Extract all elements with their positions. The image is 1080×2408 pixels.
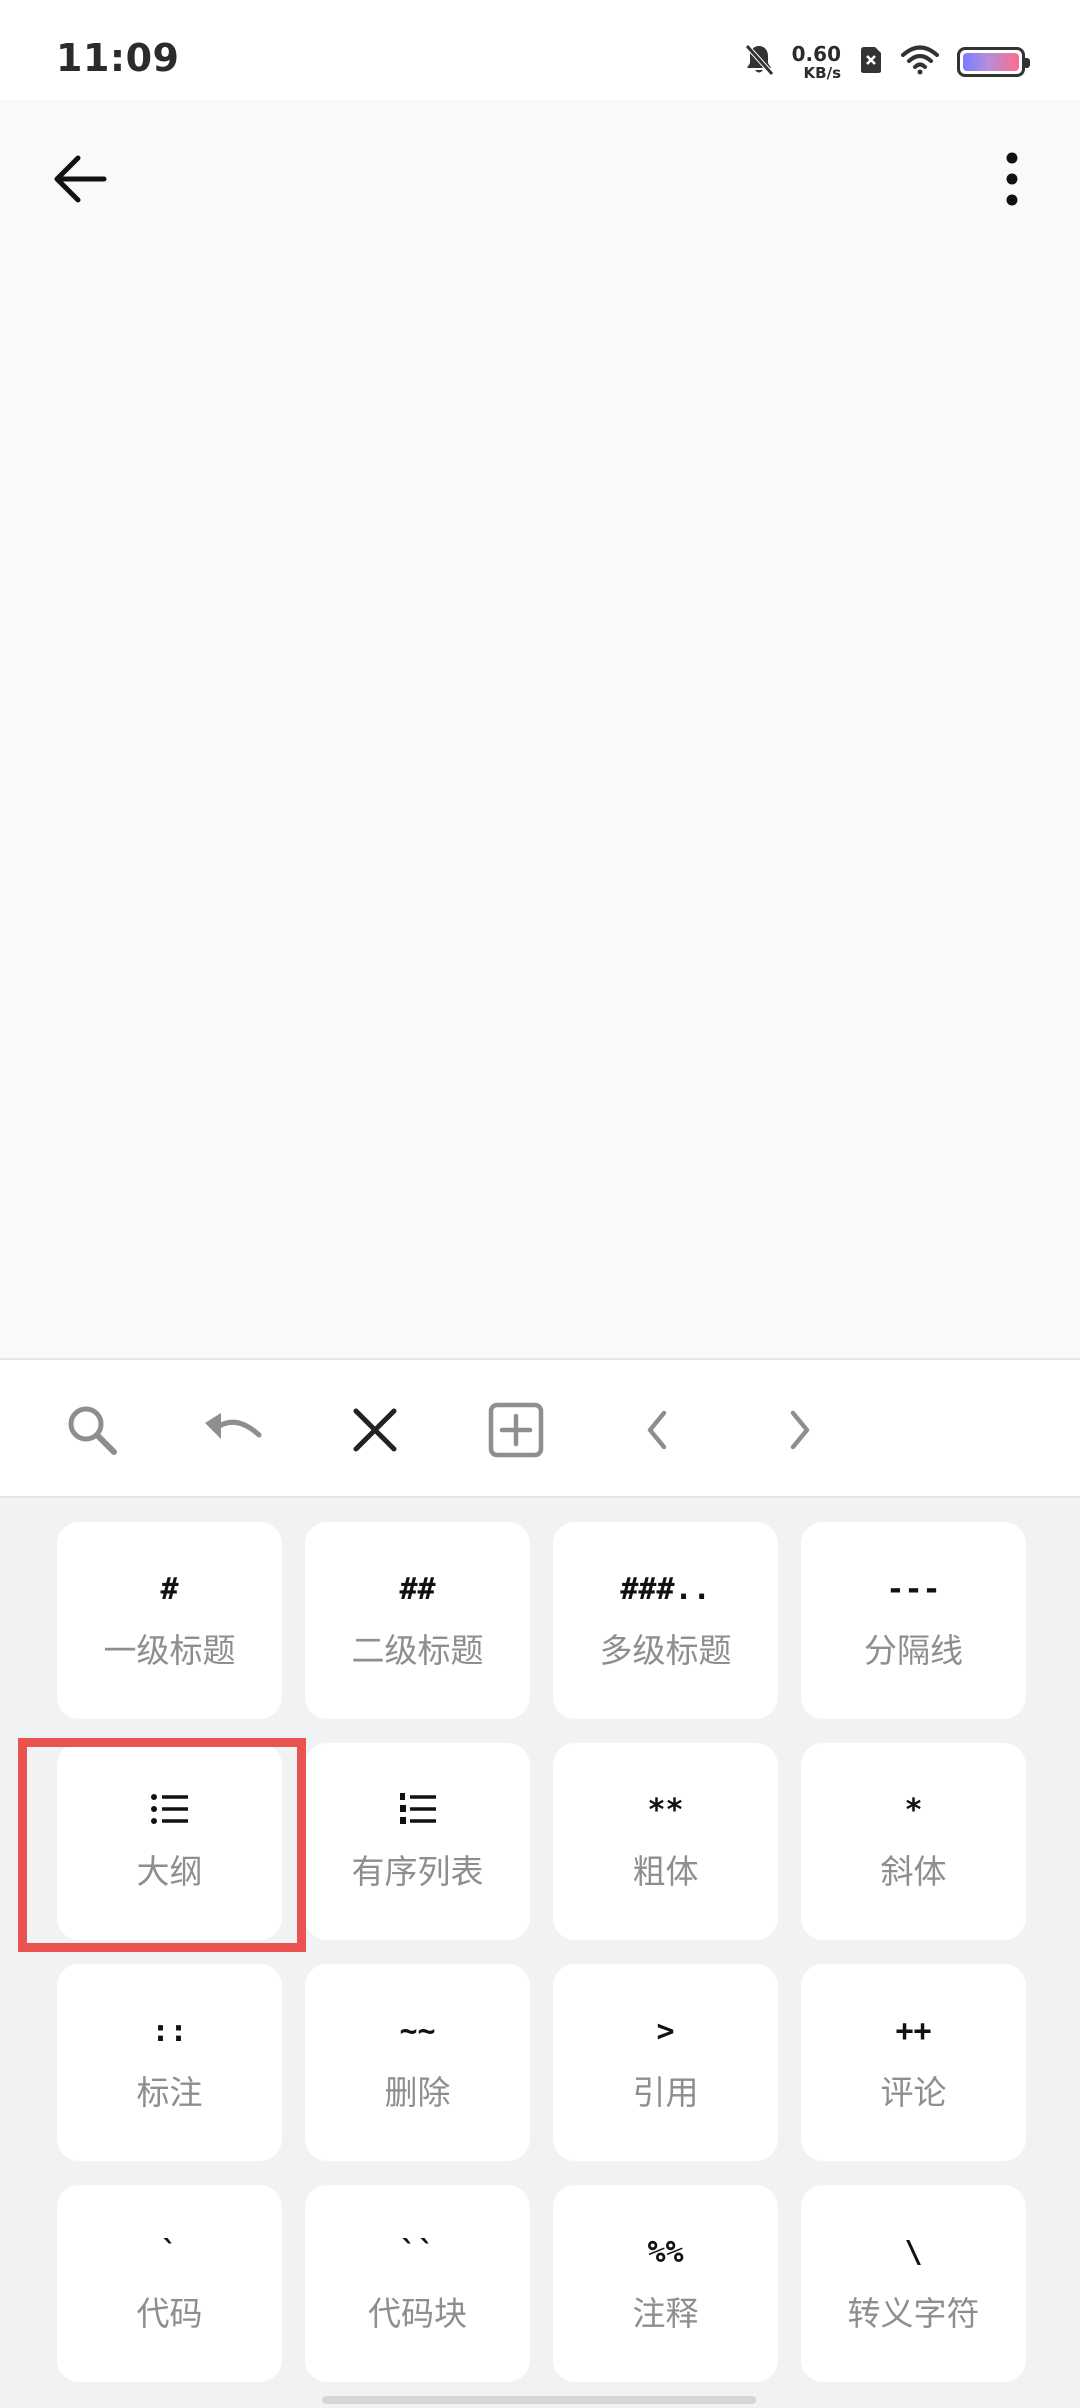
battery-icon [957, 47, 1030, 77]
undo-button[interactable] [194, 1390, 274, 1470]
key-code-block[interactable]: `` 代码块 [305, 2185, 530, 2382]
key-label: 代码 [136, 2293, 203, 2333]
key-italic[interactable]: * 斜体 [801, 1743, 1026, 1940]
key-symbol: ` [160, 2234, 179, 2270]
search-button[interactable] [52, 1390, 132, 1470]
key-heading-1[interactable]: # 一级标题 [57, 1522, 282, 1719]
search-icon [68, 1406, 117, 1455]
key-label: 注释 [632, 2293, 699, 2333]
key-outline[interactable]: 大纲 [57, 1743, 282, 1940]
key-label: 多级标题 [599, 1630, 732, 1670]
key-label: 粗体 [632, 1851, 699, 1891]
bullet-list-icon [150, 1791, 190, 1831]
more-vertical-icon [1006, 152, 1018, 206]
key-remark[interactable]: %% 注释 [553, 2185, 778, 2382]
key-label: 标注 [136, 2072, 203, 2112]
key-multi-heading[interactable]: ###.. 多级标题 [553, 1522, 778, 1719]
key-label: 引用 [632, 2072, 699, 2112]
key-symbol: ** [647, 1792, 684, 1828]
undo-icon [205, 1413, 262, 1439]
key-divider[interactable]: --- 分隔线 [801, 1522, 1026, 1719]
key-symbol: ###.. [620, 1571, 711, 1607]
wifi-icon [901, 45, 939, 79]
key-label: 分隔线 [864, 1630, 963, 1670]
key-symbol: ## [399, 1571, 436, 1607]
app-bar [0, 100, 1080, 260]
key-symbol: # [160, 1571, 179, 1607]
keypad-grid: # 一级标题 ## 二级标题 ###.. 多级标题 --- 分隔线 大纲 有序列… [57, 1522, 1026, 2382]
key-symbol: ++ [895, 2013, 932, 2049]
key-symbol: --- [886, 1571, 941, 1607]
key-bold[interactable]: ** 粗体 [553, 1743, 778, 1940]
key-quote[interactable]: > 引用 [553, 1964, 778, 2161]
key-ordered-list[interactable]: 有序列表 [305, 1743, 530, 1940]
key-symbol: ~~ [399, 2013, 436, 2049]
editor-area[interactable] [0, 260, 1080, 1358]
numbered-list-icon [398, 1791, 438, 1831]
key-label: 删除 [384, 2072, 451, 2112]
back-button[interactable] [46, 144, 116, 214]
editor-toolbar [0, 1358, 1080, 1498]
key-strikethrough[interactable]: ~~ 删除 [305, 1964, 530, 2161]
arrow-left-icon [54, 155, 107, 203]
markdown-keypad: # 一级标题 ## 二级标题 ###.. 多级标题 --- 分隔线 大纲 有序列… [0, 1498, 1080, 2408]
chevron-right-icon [790, 1410, 810, 1450]
key-label: 代码块 [368, 2293, 467, 2333]
key-label: 二级标题 [351, 1630, 484, 1670]
key-symbol: :: [151, 2013, 188, 2049]
close-icon [353, 1408, 397, 1452]
key-label: 转义字符 [847, 2293, 980, 2333]
key-comment[interactable]: ++ 评论 [801, 1964, 1026, 2161]
add-box-icon [488, 1402, 544, 1458]
chevron-left-icon [647, 1410, 667, 1450]
bell-off-icon [744, 43, 774, 81]
home-indicator[interactable] [322, 2396, 756, 2404]
key-symbol: %% [647, 2234, 684, 2270]
status-icons: 0.60 KB/s [744, 40, 1030, 84]
key-heading-2[interactable]: ## 二级标题 [305, 1522, 530, 1719]
insert-button[interactable] [476, 1390, 556, 1470]
cursor-left-button[interactable] [618, 1390, 698, 1470]
status-bar: 11:09 0.60 KB/s [0, 0, 1080, 100]
status-time: 11:09 [56, 36, 180, 80]
more-options-button[interactable] [988, 144, 1036, 214]
key-annotation[interactable]: :: 标注 [57, 1964, 282, 2161]
sim-x-icon [859, 45, 883, 79]
net-speed-unit: KB/s [803, 63, 841, 82]
key-label: 斜体 [880, 1851, 947, 1891]
key-label: 大纲 [136, 1851, 203, 1891]
close-button[interactable] [335, 1390, 415, 1470]
key-label: 有序列表 [351, 1851, 484, 1891]
key-code[interactable]: ` 代码 [57, 2185, 282, 2382]
key-symbol: * [904, 1792, 923, 1828]
net-speed-value: 0.60 [791, 41, 841, 66]
key-label: 评论 [880, 2072, 947, 2112]
key-escape-char[interactable]: \ 转义字符 [801, 2185, 1026, 2382]
key-symbol: `` [399, 2234, 436, 2270]
key-symbol: > [656, 2013, 675, 2049]
key-label: 一级标题 [103, 1630, 236, 1670]
key-symbol: \ [904, 2234, 923, 2270]
cursor-right-button[interactable] [759, 1390, 839, 1470]
net-speed: 0.60 KB/s [792, 44, 841, 81]
